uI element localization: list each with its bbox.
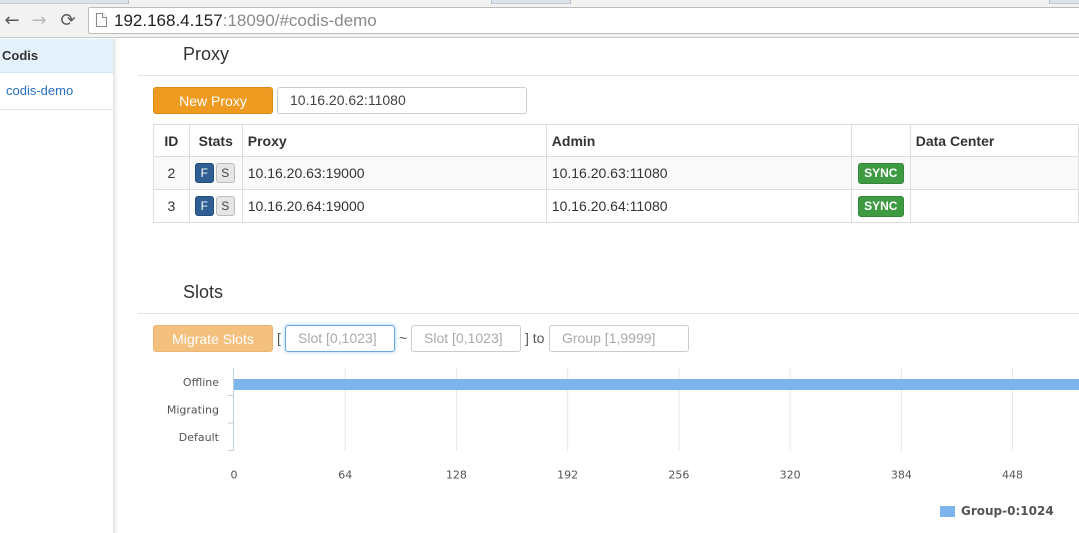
slot-from-input[interactable]: Slot [0,1023] <box>285 325 395 352</box>
migrate-slots-button[interactable]: Migrate Slots <box>153 325 273 352</box>
stats-f-button[interactable]: F <box>194 196 214 216</box>
legend-label: Group-0:1024 <box>961 504 1054 518</box>
x-axis-label: 0 <box>231 469 238 482</box>
proxy-data-center <box>909 156 1079 190</box>
proxy-action: SYNC <box>850 156 911 190</box>
sidebar: Codis codis-demo <box>0 39 114 533</box>
forward-icon[interactable]: → <box>28 9 50 31</box>
column-header-id: ID <box>153 124 190 157</box>
address-bar[interactable]: 192.168.4.157:18090/#codis-demo <box>88 7 1079 34</box>
proxy-stats: FS <box>188 189 243 223</box>
back-icon[interactable]: ← <box>1 9 23 31</box>
x-axis-label: 128 <box>446 469 467 482</box>
x-axis-label: 192 <box>557 469 578 482</box>
url-text: 192.168.4.157:18090/#codis-demo <box>114 11 377 31</box>
slots-title: Slots <box>183 282 224 302</box>
proxy-id: 2 <box>153 156 190 190</box>
reload-icon[interactable]: ⟳ <box>57 9 79 31</box>
x-axis-label: 384 <box>891 469 912 482</box>
column-header-stats: Stats <box>188 124 243 157</box>
proxy-divider <box>138 75 1079 76</box>
proxy-admin: 10.16.20.64:11080 <box>545 189 852 223</box>
slots-chart: Offline Migrating Default 0 64 128 192 256 320 38… <box>167 368 1079 482</box>
range-separator: ~ <box>399 330 408 346</box>
x-axis-label: 64 <box>338 469 352 482</box>
x-axis-label: 448 <box>1002 469 1023 482</box>
page-icon <box>96 13 107 27</box>
stats-s-button[interactable]: S <box>215 196 235 216</box>
url-path: :18090/#codis-demo <box>222 11 377 30</box>
y-axis-label: Migrating <box>167 403 219 416</box>
table-header-row: ID Stats Proxy Admin Data Center <box>153 124 1079 157</box>
browser-toolbar: ← → ⟳ 192.168.4.157:18090/#codis-demo <box>0 4 1079 38</box>
sync-button[interactable]: SYNC <box>857 195 904 217</box>
new-proxy-button[interactable]: New Proxy <box>153 87 273 114</box>
to-label: ] to <box>525 330 545 346</box>
proxy-address: 10.16.20.63:19000 <box>241 156 547 190</box>
sync-button[interactable]: SYNC <box>857 162 904 184</box>
stats-s-button[interactable]: S <box>215 163 235 183</box>
chart-legend[interactable]: Group-0:1024 <box>940 504 1054 518</box>
open-bracket: [ <box>277 330 281 346</box>
group-input[interactable]: Group [1,9999] <box>549 325 689 352</box>
proxy-admin: 10.16.20.63:11080 <box>545 156 852 190</box>
proxy-action: SYNC <box>850 189 911 223</box>
proxy-id: 3 <box>153 189 190 223</box>
sidebar-item-codis-demo[interactable]: codis-demo <box>0 73 113 110</box>
column-header-action <box>850 124 911 157</box>
x-axis-label: 320 <box>780 469 801 482</box>
proxy-data-center <box>909 189 1079 223</box>
x-axis-label: 256 <box>668 469 689 482</box>
y-axis-label: Default <box>179 431 220 444</box>
proxy-stats: FS <box>188 156 243 190</box>
slot-to-input[interactable]: Slot [0,1023] <box>411 325 521 352</box>
legend-swatch <box>940 505 955 517</box>
column-header-data-center: Data Center <box>909 124 1079 157</box>
content-divider <box>114 39 118 533</box>
proxy-table: ID Stats Proxy Admin Data Center 2 FS 10… <box>153 124 1079 223</box>
sidebar-title: Codis <box>0 39 113 73</box>
proxy-address: 10.16.20.64:19000 <box>241 189 547 223</box>
proxy-address-input[interactable]: 10.16.20.62:11080 <box>277 87 527 114</box>
y-axis-label: Offline <box>183 376 219 389</box>
column-header-proxy: Proxy <box>241 124 547 157</box>
stats-f-button[interactable]: F <box>194 163 214 183</box>
proxy-title: Proxy <box>183 44 230 64</box>
url-host: 192.168.4.157 <box>114 11 223 30</box>
table-row: 3 FS 10.16.20.64:19000 10.16.20.64:11080… <box>153 189 1079 223</box>
column-header-admin: Admin <box>545 124 852 157</box>
chart-bar <box>234 379 1079 390</box>
table-row: 2 FS 10.16.20.63:19000 10.16.20.63:11080… <box>153 156 1079 190</box>
slots-divider <box>138 313 1079 314</box>
